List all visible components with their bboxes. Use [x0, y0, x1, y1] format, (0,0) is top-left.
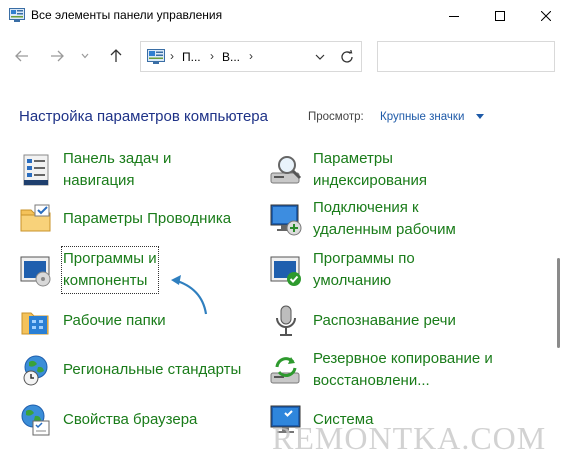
item-label: Параметры Проводника: [63, 210, 232, 227]
view-mode-dropdown[interactable]: Крупные значки: [380, 111, 464, 123]
item-label: Резервное копирование и восстановлени...: [313, 350, 493, 389]
close-button[interactable]: [523, 0, 569, 32]
chevron-down-icon: [315, 54, 325, 60]
annotation-arrow-icon: [171, 275, 208, 315]
forward-button[interactable]: [45, 44, 69, 68]
taskbar-icon: [23, 154, 49, 186]
arrow-left-icon: [15, 50, 28, 62]
recent-locations-button[interactable]: [78, 44, 92, 68]
microphone-icon: [276, 305, 296, 336]
item-indexing[interactable]: Параметры индексирования: [269, 150, 529, 201]
search-input[interactable]: [377, 41, 555, 72]
item-backup-restore[interactable]: Резервное копирование и восстановлени...: [269, 350, 539, 401]
backup-icon: [270, 357, 300, 384]
indexing-icon: [270, 156, 302, 184]
minimize-button[interactable]: [431, 0, 477, 32]
arrow-right-icon: [51, 50, 64, 62]
item-label: Подключения к удаленным рабочим: [313, 199, 456, 238]
item-regional-settings[interactable]: Региональные стандарты: [19, 353, 259, 401]
breadcrumb-separator: ›: [210, 49, 214, 63]
item-label: Программы по умолчанию: [313, 250, 415, 289]
view-label: Просмотр:: [308, 111, 364, 123]
item-remote-connections[interactable]: Подключения к удаленным рабочим: [269, 199, 529, 250]
item-taskbar[interactable]: Панель задач и навигация: [19, 150, 249, 201]
control-panel-icon: [9, 8, 25, 22]
refresh-icon: [341, 49, 353, 63]
breadcrumb-item[interactable]: П...: [182, 50, 201, 64]
item-label: Параметры индексирования: [313, 150, 427, 189]
internet-options-icon: [21, 404, 50, 436]
maximize-icon: [495, 11, 505, 21]
breadcrumb-separator: ›: [170, 49, 174, 63]
arrow-up-icon: [110, 49, 122, 62]
control-panel-items: Панель задач и навигация Параметры индекси…: [0, 140, 560, 459]
item-label: Панель задач и навигация: [63, 150, 172, 189]
maximize-button[interactable]: [477, 0, 523, 32]
watermark: REMONTKA.COM: [272, 420, 547, 456]
remote-desktop-icon: [270, 204, 302, 236]
back-button[interactable]: [10, 44, 34, 68]
programs-icon: [20, 256, 51, 287]
item-internet-options[interactable]: Свойства браузера: [19, 403, 249, 451]
item-explorer-options[interactable]: Параметры Проводника: [19, 202, 249, 250]
scrollbar-thumb[interactable]: [557, 258, 560, 348]
default-programs-icon: [270, 256, 301, 286]
close-icon: [541, 11, 551, 21]
up-button[interactable]: [104, 44, 128, 68]
page-title: Настройка параметров компьютера: [19, 108, 268, 125]
work-folders-icon: [21, 312, 49, 335]
control-panel-icon: [147, 49, 165, 64]
item-label: Региональные стандарты: [63, 361, 242, 378]
title-bar: Все элементы панели управления: [0, 0, 569, 32]
regional-icon: [23, 355, 48, 386]
caret-down-icon[interactable]: [476, 114, 484, 119]
address-dropdown-button[interactable]: [310, 41, 330, 72]
window-title: Все элементы панели управления: [31, 8, 223, 22]
chevron-down-icon: [81, 53, 89, 59]
folder-options-icon: [20, 204, 51, 232]
minimize-icon: [449, 16, 459, 17]
item-speech-recognition[interactable]: Распознавание речи: [269, 304, 529, 352]
item-label: Программы и компоненты: [61, 246, 159, 294]
navigation-bar: › П... › В... ›: [0, 32, 569, 84]
breadcrumb-item[interactable]: В...: [222, 50, 240, 64]
item-label: Рабочие папки: [63, 312, 166, 329]
item-label: Распознавание речи: [313, 312, 456, 329]
item-default-programs[interactable]: Программы по умолчанию: [269, 250, 529, 301]
breadcrumb-separator: ›: [249, 49, 253, 63]
refresh-button[interactable]: [335, 41, 359, 72]
item-label: Свойства браузера: [63, 411, 198, 428]
